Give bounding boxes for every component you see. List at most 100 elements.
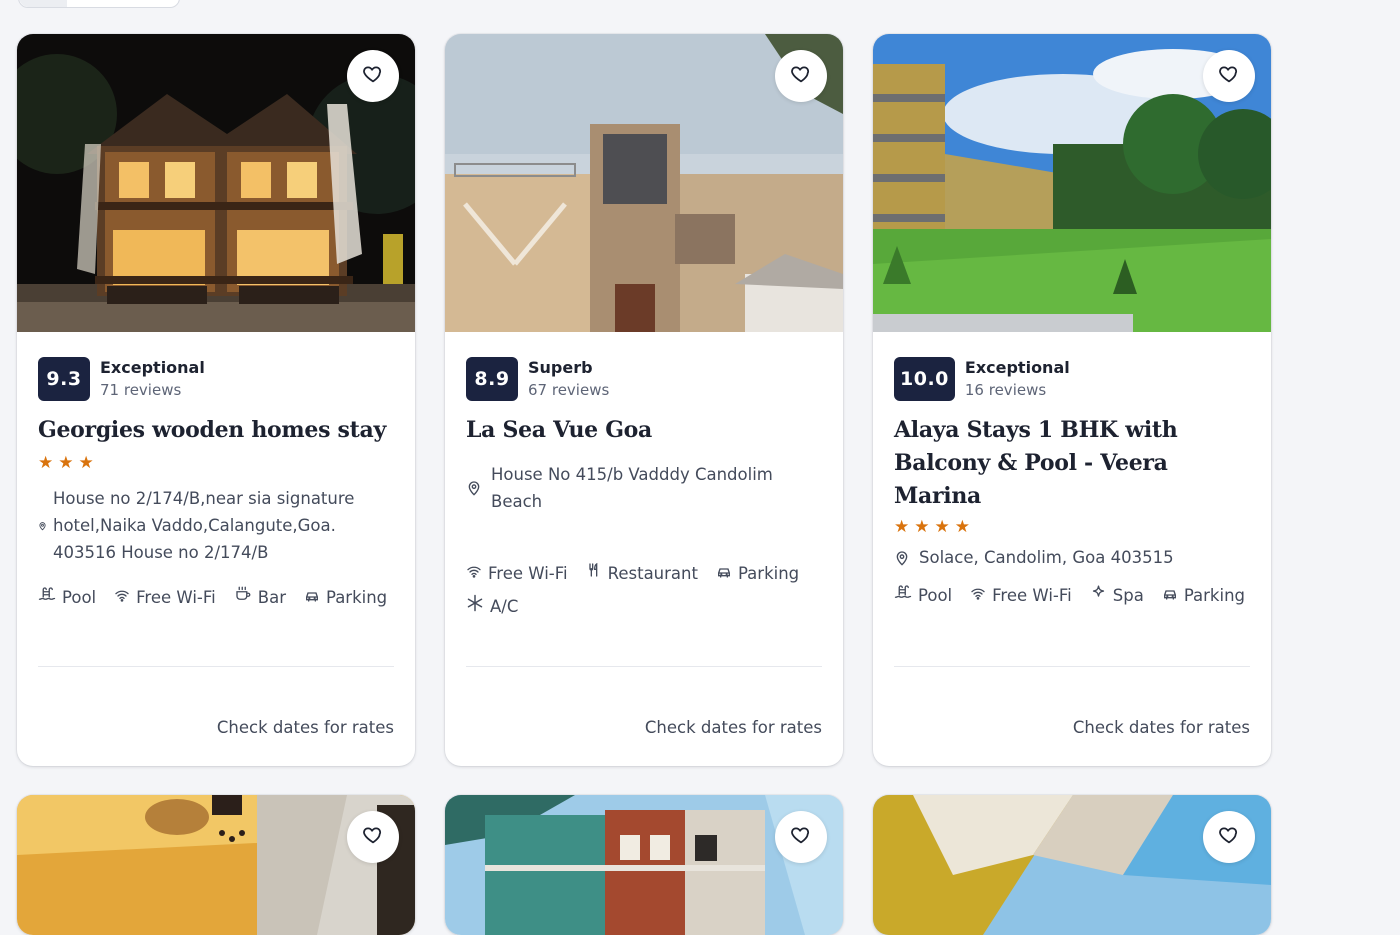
spa-icon [1090, 582, 1107, 609]
amenity-wifi: Free Wi-Fi [114, 584, 216, 611]
amenity-parking: Parking [304, 584, 387, 611]
heart-icon [362, 824, 384, 850]
amenity-label: Parking [325, 588, 388, 607]
rating-summary: 10.0 Exceptional 16 reviews [894, 356, 1250, 402]
amenity-label: Parking [737, 564, 800, 583]
score-badge: 9.3 [38, 357, 90, 401]
parking-icon [304, 584, 320, 611]
location-pin-icon [894, 549, 910, 567]
rating-label: Exceptional [964, 358, 1070, 377]
amenity-label: Pool [918, 586, 953, 605]
property-location: House No 415/b Vadddy Candolim Beach [466, 461, 822, 515]
review-count: 67 reviews [528, 381, 610, 399]
property-card[interactable] [873, 795, 1271, 935]
star-rating: ★ ★ ★ ★ [894, 517, 1250, 537]
review-count: 16 reviews [964, 381, 1047, 399]
heart-icon [362, 63, 384, 89]
check-rates-link[interactable]: Check dates for rates [645, 718, 822, 737]
amenity-label: A/C [490, 597, 519, 616]
amenity-pool: Pool [894, 582, 952, 609]
amenity-label: Spa [1112, 586, 1144, 605]
favorite-button[interactable] [347, 50, 399, 102]
amenity-wifi: Free Wi-Fi [970, 582, 1072, 609]
wifi-icon [114, 584, 130, 611]
property-card[interactable] [445, 795, 843, 935]
property-photo[interactable] [445, 795, 843, 935]
favorite-button[interactable] [1203, 811, 1255, 863]
check-rates-link[interactable]: Check dates for rates [1073, 718, 1250, 737]
property-title[interactable]: Alaya Stays 1 BHK with Balcony & Pool - … [894, 414, 1250, 513]
amenity-ac: A/C [466, 593, 518, 620]
parking-icon [1162, 582, 1178, 609]
property-card[interactable]: 9.3 Exceptional 71 reviews Georgies wood… [17, 34, 415, 766]
amenity-bar: Bar [234, 584, 286, 611]
amenity-parking: Parking [1162, 582, 1245, 609]
heart-icon [790, 824, 812, 850]
amenity-restaurant: Restaurant [586, 560, 698, 587]
score-badge: 8.9 [466, 357, 518, 401]
amenity-label: Free Wi-Fi [488, 564, 568, 583]
amenity-label: Free Wi-Fi [136, 588, 216, 607]
wifi-icon [970, 582, 986, 609]
restaurant-icon [586, 560, 602, 587]
amenity-label: Free Wi-Fi [992, 586, 1072, 605]
favorite-button[interactable] [775, 50, 827, 102]
card-divider [894, 666, 1250, 667]
star-icon: ★ [38, 453, 54, 473]
check-rates-link[interactable]: Check dates for rates [217, 718, 394, 737]
heart-icon [1218, 63, 1240, 89]
star-icon: ★ [954, 517, 970, 537]
card-divider [38, 666, 394, 667]
star-icon: ★ [894, 517, 910, 537]
property-location: House no 2/174/B,near sia signature hote… [38, 485, 394, 566]
ac-icon [466, 593, 484, 620]
favorite-button[interactable] [1203, 50, 1255, 102]
star-rating: ★ ★ ★ [38, 453, 394, 473]
property-title[interactable]: La Sea Vue Goa [466, 414, 822, 447]
location-pin-icon [466, 479, 482, 497]
rating-summary: 8.9 Superb 67 reviews [466, 356, 822, 402]
bar-icon [234, 584, 252, 611]
amenity-label: Pool [62, 588, 97, 607]
heart-icon [790, 63, 812, 89]
location-pin-icon [38, 521, 47, 531]
property-photo[interactable] [17, 795, 415, 935]
amenity-label: Bar [257, 588, 286, 607]
wifi-icon [466, 560, 482, 587]
heart-icon [1218, 824, 1240, 850]
location-text: House no 2/174/B,near sia signature hote… [53, 489, 355, 562]
favorite-button[interactable] [347, 811, 399, 863]
property-card[interactable]: 10.0 Exceptional 16 reviews Alaya Stays … [873, 34, 1271, 766]
parking-icon [716, 560, 732, 587]
property-title[interactable]: Georgies wooden homes stay [38, 414, 394, 447]
star-icon: ★ [78, 453, 94, 473]
amenity-pool: Pool [38, 584, 96, 611]
rating-label: Superb [528, 358, 593, 377]
card-divider [466, 666, 822, 667]
property-card[interactable] [17, 795, 415, 935]
rating-summary: 9.3 Exceptional 71 reviews [38, 356, 394, 402]
review-count: 71 reviews [100, 381, 182, 399]
filter-chip-segment [19, 0, 67, 7]
amenities-list: Free Wi-Fi Restaurant Parking A/C [466, 560, 822, 620]
location-text: Solace, Candolim, Goa 403515 [919, 548, 1174, 567]
amenity-spa: Spa [1090, 582, 1144, 609]
amenity-label: Parking [1183, 586, 1246, 605]
amenity-parking: Parking [716, 560, 799, 587]
score-badge: 10.0 [894, 357, 955, 401]
star-icon: ★ [58, 453, 74, 473]
star-icon: ★ [914, 517, 930, 537]
amenity-wifi: Free Wi-Fi [466, 560, 568, 587]
property-photo[interactable] [873, 795, 1271, 935]
pool-icon [894, 582, 912, 609]
property-location: Solace, Candolim, Goa 403515 [894, 544, 1250, 571]
star-icon: ★ [934, 517, 950, 537]
amenities-list: Pool Free Wi-Fi Spa Parking [894, 582, 1250, 609]
location-text: House No 415/b Vadddy Candolim Beach [491, 465, 773, 511]
filter-chip-partial[interactable] [18, 0, 180, 8]
amenity-label: Restaurant [607, 564, 698, 583]
amenities-list: Pool Free Wi-Fi Bar Parking [38, 584, 394, 611]
property-card[interactable]: 8.9 Superb 67 reviews La Sea Vue Goa Hou… [445, 34, 843, 766]
pool-icon [38, 584, 56, 611]
favorite-button[interactable] [775, 811, 827, 863]
